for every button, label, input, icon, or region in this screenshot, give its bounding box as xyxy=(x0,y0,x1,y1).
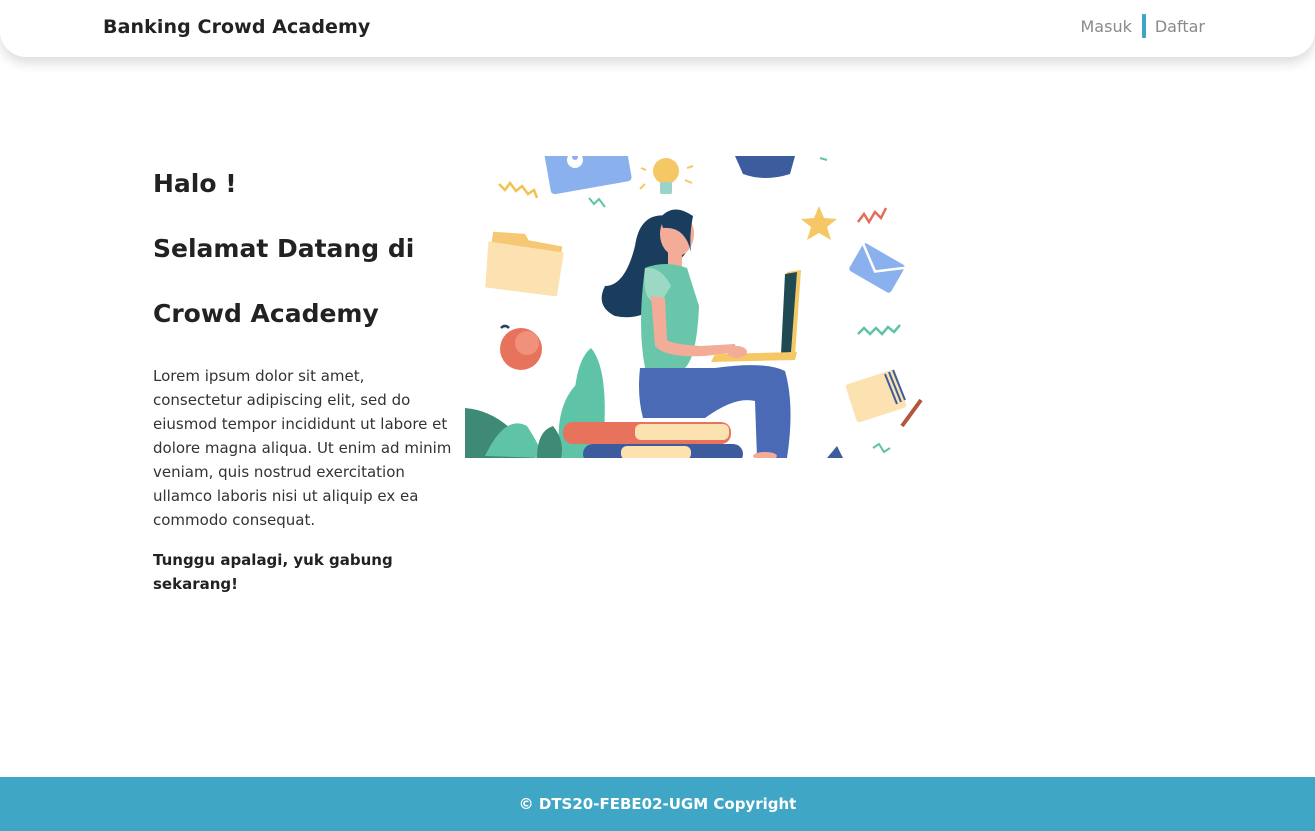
woman-figure xyxy=(601,209,791,458)
hero-section: Halo ! Selamat Datang di Crowd Academy L… xyxy=(153,166,453,596)
notebook-icon xyxy=(845,369,923,428)
hero-greeting: Halo ! xyxy=(153,169,237,198)
brand-title[interactable]: Banking Crowd Academy xyxy=(103,16,370,38)
woman-studying-illustration xyxy=(465,156,930,458)
folder-icon xyxy=(485,231,564,297)
hero-welcome: Selamat Datang di xyxy=(153,234,415,263)
navbar: Banking Crowd Academy Masuk Daftar xyxy=(0,0,1315,57)
nav-links: Masuk Daftar xyxy=(1081,13,1205,39)
hero-description: Lorem ipsum dolor sit amet, consectetur … xyxy=(153,367,452,529)
nav-separator xyxy=(1141,14,1146,38)
hero-cta-text: Tunggu apalagi, yuk gabung sekarang! xyxy=(153,551,393,593)
page: Banking Crowd Academy Masuk Daftar Halo … xyxy=(0,0,1315,831)
graduation-cap-icon xyxy=(735,156,795,178)
books-icon xyxy=(563,422,743,458)
envelope-icon xyxy=(849,243,905,293)
id-card-icon xyxy=(544,156,632,195)
login-link[interactable]: Masuk xyxy=(1081,17,1132,36)
footer: © DTS20-FEBE02-UGM Copyright xyxy=(0,777,1315,831)
register-link[interactable]: Daftar xyxy=(1155,17,1205,36)
footer-copyright: © DTS20-FEBE02-UGM Copyright xyxy=(518,795,797,813)
lightbulb-icon xyxy=(639,158,694,194)
apple-icon xyxy=(500,324,542,370)
star-icon xyxy=(801,206,837,240)
hero-title: Crowd Academy xyxy=(153,299,379,328)
